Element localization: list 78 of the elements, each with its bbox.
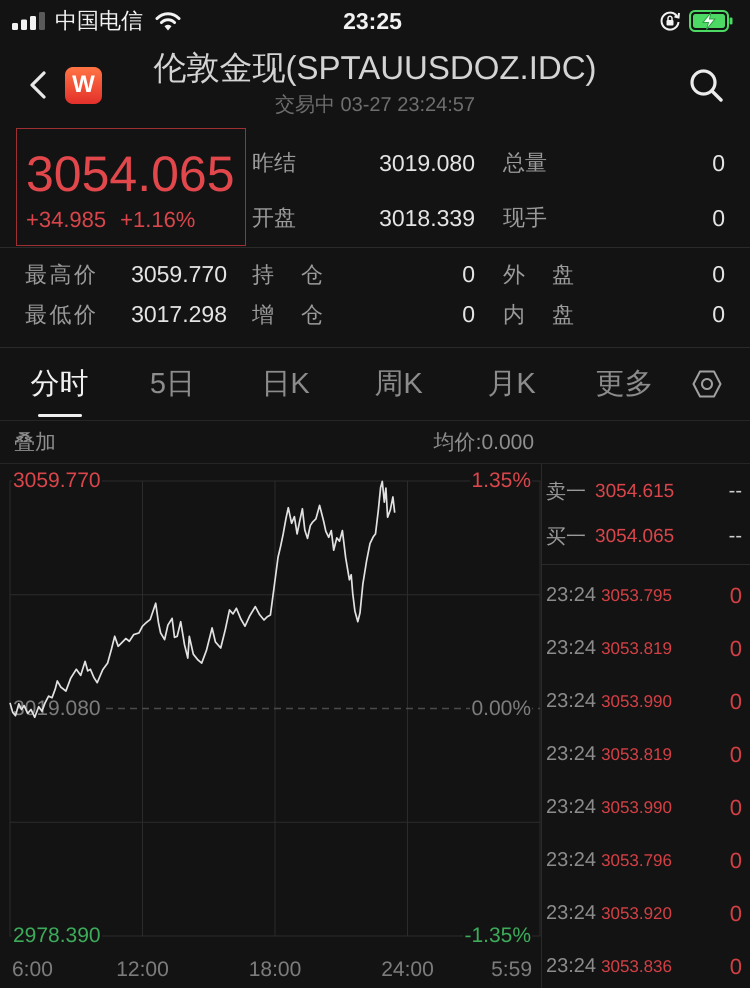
stat-value: 0 [712,150,725,178]
trade-volume: 0 [730,848,742,874]
wifi-icon [155,11,181,31]
time-axis-label: 12:00 [116,958,169,981]
chart-tab[interactable]: 分时 [3,348,116,420]
chart-tab[interactable]: 月K [455,348,568,420]
time-axis-label: 24:00 [381,958,434,981]
trade-price: 3053.990 [601,798,672,818]
price-change-percent: +1.16% [120,207,196,233]
trade-volume: 0 [730,900,742,926]
instrument-title: 伦敦金现(SPTAUUSDOZ.IDC) [153,48,597,88]
quote-price: 3054.065 [595,526,674,548]
signal-icon [12,12,46,30]
price-change: +34.985 [26,207,106,233]
trade-time: 23:24 [546,796,596,819]
trade-volume: 0 [730,582,742,608]
stat-value: 3018.339 [379,204,475,232]
overlay-button[interactable]: 叠加 [14,428,56,456]
trade-price: 3053.990 [601,692,672,712]
trade-price: 3053.819 [601,744,672,764]
trade-time: 23:24 [546,743,596,766]
stat-value: 0 [712,261,725,289]
search-icon[interactable] [689,68,723,102]
trade-volume: 0 [730,742,742,768]
trade-time: 23:24 [546,849,596,872]
trade-volume: 0 [730,794,742,820]
battery-icon [689,10,734,32]
quote-volume: -- [728,525,742,548]
stat-label: 最高价 [25,262,96,288]
stat-value: 0 [462,301,475,329]
quote-level-label: 买一 [546,525,586,550]
time-axis-label: 6:00 [12,958,53,981]
chart-tab[interactable]: 周K [342,348,455,420]
settings-icon[interactable] [692,370,722,398]
stat-value: 3017.298 [131,301,227,329]
trade-time: 23:24 [546,902,596,925]
quote-level-label: 卖一 [546,480,586,505]
trade-price: 3053.920 [601,904,672,924]
trade-volume: 0 [730,954,742,980]
quote-volume: -- [728,480,742,503]
app-logo: W [65,66,102,104]
trade-price: 3053.819 [601,638,672,658]
trade-time: 23:24 [546,637,596,660]
clock-time: 23:25 [343,10,402,32]
quote-price: 3054.615 [595,480,674,502]
trade-volume: 0 [730,688,742,714]
stat-label: 现手 [503,205,547,232]
trade-price: 3053.836 [601,956,672,976]
chart-tab[interactable]: 5日 [116,348,229,420]
stat-value: 0 [462,261,475,289]
stat-value: 3019.080 [379,150,475,178]
chart-tab[interactable]: 更多 [568,348,681,420]
rotation-lock-icon [659,10,682,32]
stat-label: 增 仓 [252,302,323,328]
trade-price: 3053.796 [601,850,672,870]
trade-time: 23:24 [546,690,596,713]
stat-value: 0 [712,204,725,232]
average-price: 均价:0.000 [434,430,534,456]
carrier-name: 中国电信 [55,10,143,32]
back-icon[interactable] [28,70,48,100]
stat-label: 内 盘 [503,302,574,328]
stat-label: 总量 [503,150,547,177]
stat-label: 开盘 [252,205,296,232]
trade-volume: 0 [730,636,742,662]
trade-time: 23:24 [546,955,596,978]
chart-tab[interactable]: 日K [229,348,342,420]
last-price: 3054.065 [26,147,236,201]
session-close-time: 5:59 [491,958,532,981]
stat-value: 0 [712,301,725,329]
stat-value: 3059.770 [131,261,227,289]
stat-label: 最低价 [25,302,96,328]
stat-label: 外 盘 [503,262,574,288]
time-axis-label: 18:00 [248,958,302,981]
trade-time: 23:24 [546,584,596,607]
stat-label: 昨结 [252,150,296,177]
trading-status-time: 交易中 03-27 23:24:57 [274,93,476,118]
trade-price: 3053.795 [601,586,672,606]
stat-label: 持 仓 [252,262,323,288]
